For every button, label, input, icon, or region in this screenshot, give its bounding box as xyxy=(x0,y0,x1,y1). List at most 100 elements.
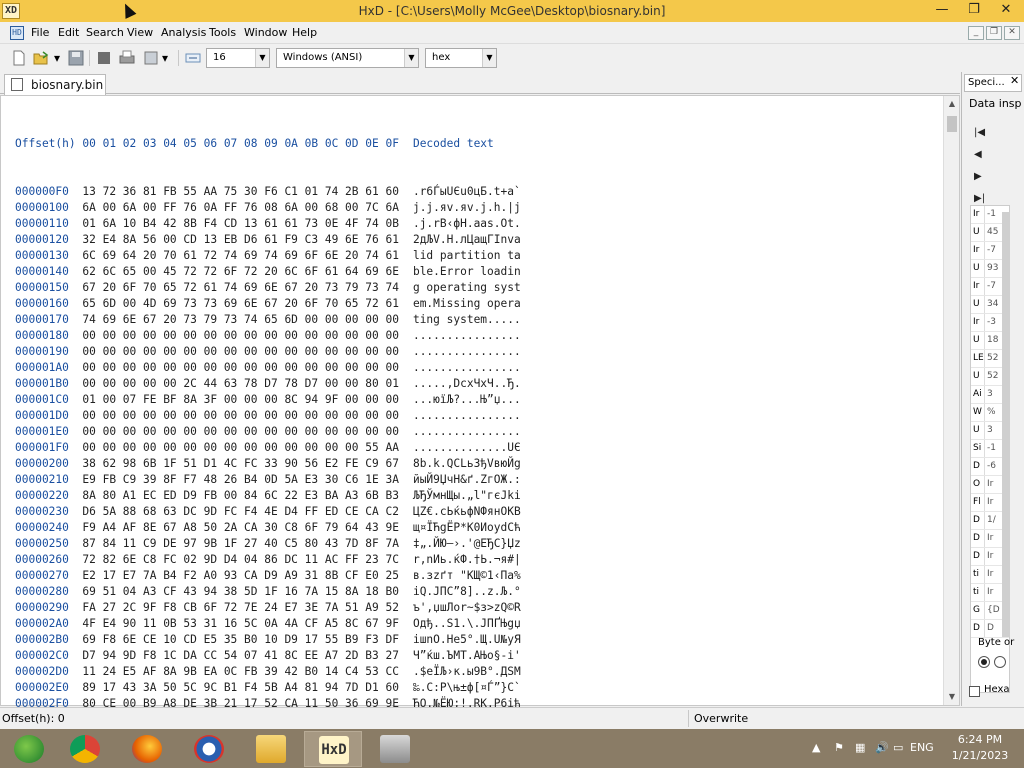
volume-icon[interactable]: 🔊 xyxy=(875,741,889,754)
hex-row[interactable]: 00000100 6A 00 6A 00 FF 76 0A FF 76 08 6… xyxy=(15,200,521,216)
decoded-text[interactable]: ble.Error loadin xyxy=(413,265,521,278)
decoded-text[interactable]: .$еЇЉ›к.ы9B°.ДSМ xyxy=(413,665,521,678)
hex-bytes[interactable]: 8A 80 A1 EC ED D9 FB 00 84 6C 22 E3 BA A… xyxy=(82,489,399,502)
minimize-button[interactable]: — xyxy=(926,0,958,22)
menu-window[interactable]: Window xyxy=(244,26,287,39)
inspector-scrollbar[interactable] xyxy=(1002,212,1010,637)
decoded-text[interactable]: r‚nИь.ќФ.†Ь.¬я#| xyxy=(413,553,521,566)
hex-bytes[interactable]: 72 82 6E C8 FC 02 9D D4 04 86 DC 11 AC F… xyxy=(82,553,399,566)
menu-search[interactable]: Search xyxy=(86,26,124,39)
hex-row[interactable]: 000002D0 11 24 E5 AF 8A 9B EA 0C FB 39 4… xyxy=(15,664,521,680)
editor-vertical-scrollbar[interactable]: ▲ ▼ xyxy=(943,96,959,705)
decoded-text[interactable]: j.j.яv.яv.j.h.|j xyxy=(413,201,521,214)
chevron-down-icon[interactable]: ▼ xyxy=(404,49,418,67)
hex-row[interactable]: 00000260 72 82 6E C8 FC 02 9D D4 04 86 D… xyxy=(15,552,521,568)
decoded-text[interactable]: em.Missing opera xyxy=(413,297,521,310)
taskbar-firefox[interactable] xyxy=(118,731,176,767)
close-button[interactable]: ✕ xyxy=(990,0,1022,22)
decoded-text[interactable]: Oдђ..S1.\.JПҐЊgџ xyxy=(413,617,521,630)
hex-row[interactable]: 00000230 D6 5A 88 68 63 DC 9D FC F4 4E D… xyxy=(15,504,521,520)
taskbar-paint[interactable] xyxy=(366,731,424,767)
decoded-text[interactable]: ..............UЄ xyxy=(413,441,521,454)
document-icon[interactable]: HD xyxy=(10,26,24,40)
menu-view[interactable]: View xyxy=(127,26,153,39)
scroll-up-icon[interactable]: ▲ xyxy=(944,96,960,112)
input-icon[interactable]: ▭ xyxy=(893,741,903,754)
hex-row[interactable]: 000001B0 00 00 00 00 00 2C 44 63 78 D7 7… xyxy=(15,376,521,392)
taskbar-chrome[interactable] xyxy=(56,731,114,767)
hex-bytes[interactable]: 6C 69 64 20 70 61 72 74 69 74 69 6F 6E 2… xyxy=(82,249,399,262)
first-byte-icon[interactable]: |◀ xyxy=(974,126,988,140)
hex-bytes[interactable]: 65 6D 00 4D 69 73 73 69 6E 67 20 6F 70 6… xyxy=(82,297,399,310)
hex-row[interactable]: 00000180 00 00 00 00 00 00 00 00 00 00 0… xyxy=(15,328,521,344)
close-file-icon[interactable] xyxy=(96,50,112,66)
decoded-text[interactable]: .....,DcxЧxЧ..Ђ. xyxy=(413,377,521,390)
hex-bytes[interactable]: 01 6A 10 B4 42 8B F4 CD 13 61 61 73 0E 4… xyxy=(82,217,399,230)
decoded-text[interactable]: .j.rВ‹фН.aas.Ot. xyxy=(413,217,521,230)
decoded-text[interactable]: ................ xyxy=(413,329,521,342)
taskbar-hxd[interactable]: HxD xyxy=(304,731,362,767)
hex-row[interactable]: 000001C0 01 00 07 FE BF 8A 3F 00 00 00 8… xyxy=(15,392,521,408)
decoded-text[interactable]: в.зzґт "КЩ©1‹Па% xyxy=(413,569,521,582)
hex-bytes[interactable]: FA 27 2C 9F F8 CB 6F 72 7E 24 E7 3E 7A 5… xyxy=(82,601,399,614)
hex-row[interactable]: 00000170 74 69 6E 67 20 73 79 73 74 65 6… xyxy=(15,312,521,328)
hex-bytes[interactable]: 38 62 98 6B 1F 51 D1 4C FC 33 90 56 E2 F… xyxy=(82,457,399,470)
print-icon[interactable] xyxy=(119,50,135,66)
hex-row[interactable]: 000001F0 00 00 00 00 00 00 00 00 00 00 0… xyxy=(15,440,521,456)
save-icon[interactable] xyxy=(68,50,84,66)
decoded-text[interactable]: ting system..... xyxy=(413,313,521,326)
properties-icon[interactable] xyxy=(143,50,159,66)
hex-bytes[interactable]: 67 20 6F 70 65 72 61 74 69 6E 67 20 73 7… xyxy=(82,281,399,294)
new-file-icon[interactable] xyxy=(11,50,27,66)
hex-row[interactable]: 000002A0 4F E4 90 11 0B 53 31 16 5C 0A 4… xyxy=(15,616,521,632)
previous-byte-icon[interactable]: ◀ xyxy=(974,148,988,162)
hex-row[interactable]: 00000200 38 62 98 6B 1F 51 D1 4C FC 33 9… xyxy=(15,456,521,472)
decoded-text[interactable]: ................ xyxy=(413,361,521,374)
hex-row[interactable]: 00000270 E2 17 E7 7A B4 F2 A0 93 CA D9 A… xyxy=(15,568,521,584)
hex-view[interactable]: Offset(h) 00 01 02 03 04 05 06 07 08 09 … xyxy=(15,104,521,760)
offset-base-select[interactable]: hex ▼ xyxy=(425,48,497,68)
taskbar-media-center[interactable] xyxy=(0,731,58,767)
language-indicator[interactable]: ENG xyxy=(910,741,934,754)
mdi-restore-button[interactable]: ❐ xyxy=(986,26,1002,40)
scrollbar-thumb[interactable] xyxy=(947,116,957,132)
hex-row[interactable]: 00000290 FA 27 2C 9F F8 CB 6F 72 7E 24 E… xyxy=(15,600,521,616)
hex-row[interactable]: 000001A0 00 00 00 00 00 00 00 00 00 00 0… xyxy=(15,360,521,376)
show-hidden-icons-icon[interactable]: ▲ xyxy=(812,741,820,754)
last-byte-icon[interactable]: ▶| xyxy=(974,192,988,206)
decoded-text[interactable]: ................ xyxy=(413,409,521,422)
next-byte-icon[interactable]: ▶ xyxy=(974,170,988,184)
action-center-flag-icon[interactable]: ⚑ xyxy=(834,741,844,754)
hexadecimal-checkbox[interactable] xyxy=(969,686,980,697)
hex-bytes[interactable]: 00 00 00 00 00 2C 44 63 78 D7 78 D7 00 0… xyxy=(82,377,399,390)
menu-analysis[interactable]: Analysis xyxy=(161,26,206,39)
hex-row[interactable]: 00000240 F9 A4 AF 8E 67 A8 50 2A CA 30 C… xyxy=(15,520,521,536)
hex-row[interactable]: 00000120 32 E4 8A 56 00 CD 13 EB D6 61 F… xyxy=(15,232,521,248)
inspector-close-icon[interactable]: ✕ xyxy=(1010,74,1019,87)
hex-bytes[interactable]: 89 17 43 3A 50 5C 9C B1 F4 5B A4 81 94 7… xyxy=(82,681,399,694)
hex-bytes[interactable]: 00 00 00 00 00 00 00 00 00 00 00 00 00 0… xyxy=(82,425,399,438)
decoded-text[interactable]: .r6ЃыUЄu0цБ.t+a` xyxy=(413,185,521,198)
decoded-text[interactable]: g operating syst xyxy=(413,281,521,294)
hex-row[interactable]: 00000140 62 6C 65 00 45 72 72 6F 72 20 6… xyxy=(15,264,521,280)
hex-bytes[interactable]: F9 A4 AF 8E 67 A8 50 2A CA 30 C8 6F 79 6… xyxy=(82,521,399,534)
decoded-text[interactable]: ...юїЉ?...Њ”џ... xyxy=(413,393,521,406)
hex-bytes[interactable]: 69 F8 6E CE 10 CD E5 35 B0 10 D9 17 55 B… xyxy=(82,633,399,646)
charset-select[interactable]: Windows (ANSI) ▼ xyxy=(276,48,419,68)
taskbar-outlook[interactable] xyxy=(180,731,238,767)
scroll-down-icon[interactable]: ▼ xyxy=(944,689,960,705)
hex-row[interactable]: 00000250 87 84 11 C9 DE 97 9B 1F 27 40 C… xyxy=(15,536,521,552)
hex-editor[interactable]: Offset(h) 00 01 02 03 04 05 06 07 08 09 … xyxy=(0,95,960,758)
hex-row[interactable]: 00000220 8A 80 A1 EC ED D9 FB 00 84 6C 2… xyxy=(15,488,521,504)
decoded-text[interactable]: 2дЉV.Н.лЦащГInva xyxy=(413,233,521,246)
hex-row[interactable]: 00000110 01 6A 10 B4 42 8B F4 CD 13 61 6… xyxy=(15,216,521,232)
edit-mode-status[interactable]: Overwrite xyxy=(694,712,748,725)
hex-bytes[interactable]: 6A 00 6A 00 FF 76 0A FF 76 08 6A 00 68 0… xyxy=(82,201,399,214)
open-dropdown-icon[interactable]: ▾ xyxy=(52,50,62,66)
hex-bytes[interactable]: 74 69 6E 67 20 73 79 73 74 65 6D 00 00 0… xyxy=(82,313,399,326)
hex-row[interactable]: 00000130 6C 69 64 20 70 61 72 74 69 74 6… xyxy=(15,248,521,264)
decoded-text[interactable]: йыЙ9ЏчH&ґ.ZгОЖ.: xyxy=(413,473,521,486)
hex-row[interactable]: 000001E0 00 00 00 00 00 00 00 00 00 00 0… xyxy=(15,424,521,440)
hex-bytes[interactable]: D7 94 9D F8 1C DA CC 54 07 41 8C EE A7 2… xyxy=(82,649,399,662)
hex-row[interactable]: 000000F0 13 72 36 81 FB 55 AA 75 30 F6 C… xyxy=(15,184,521,200)
